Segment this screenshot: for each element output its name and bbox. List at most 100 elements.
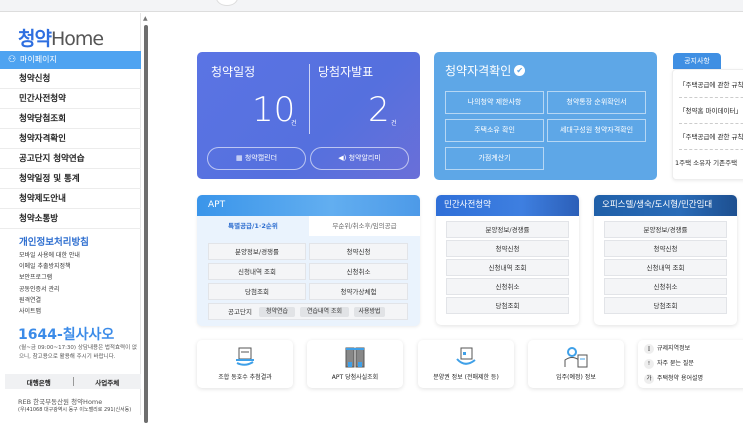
builder-link[interactable]: 사업주체 bbox=[74, 377, 142, 387]
menu-item[interactable]: 청약일정 및 통계 bbox=[0, 169, 141, 189]
check-icon: ✔ bbox=[514, 65, 526, 76]
apt-button[interactable]: 청약신청 bbox=[309, 243, 408, 260]
footer-link[interactable]: 사이트맵 bbox=[19, 306, 80, 317]
private-title: 민간사전청약 bbox=[436, 195, 579, 216]
quick-link[interactable]: ▯ 규제지역정보 bbox=[644, 343, 690, 355]
bank-link[interactable]: 대행은행 bbox=[5, 377, 73, 387]
phone-number: 1644-칠사사오 bbox=[18, 327, 115, 343]
apt-button[interactable]: 청약가상체험 bbox=[309, 283, 408, 300]
menu-item[interactable]: 청약제도안내 bbox=[0, 189, 141, 209]
footer-link[interactable]: 모바일 사용에 대한 안내 bbox=[19, 250, 80, 261]
menu-item[interactable]: 공고단지 청약연습 bbox=[0, 149, 141, 169]
quick-link[interactable]: ! 자주 묻는 질문 bbox=[644, 358, 694, 370]
building-icon bbox=[345, 347, 365, 368]
quick-links-card: ▯ 규제지역정보 ! 자주 묻는 질문 가 주택청약 용어설명 bbox=[638, 340, 743, 388]
exclamation-icon: ! bbox=[644, 359, 654, 369]
document-hand-icon bbox=[236, 347, 254, 366]
officetel-button[interactable]: 분양정보/경쟁률 bbox=[604, 221, 727, 238]
notice-item[interactable]: 1주택 소유자 기존주택 bbox=[675, 150, 743, 176]
scroll-thumb[interactable] bbox=[144, 25, 148, 423]
practice-chip[interactable]: 사용방법 bbox=[354, 307, 385, 317]
address: (우)41068 대구광역시 동구 이노밸리로 291(신서동) bbox=[18, 407, 132, 413]
notice-panel: 「주택공급에 관한 규칙」 「청약홈 마이데이터」 「주택공급에 관한 규칙」 … bbox=[672, 69, 743, 180]
private-button[interactable]: 청약신청 bbox=[446, 240, 569, 257]
mypage-button[interactable]: ⚇ 마이페이지 bbox=[0, 51, 141, 69]
footer-links: 모바일 사용에 대한 안내 이메일 추출방지정책 보안프로그램 공동인증서 관리… bbox=[19, 250, 80, 317]
practice-row: 공고단지 청약연습 연습내역 조회 사용방법 bbox=[208, 303, 408, 320]
notice-item[interactable]: 「주택공급에 관한 규칙」 bbox=[679, 124, 743, 150]
schedule-title: 청약일정 bbox=[211, 65, 256, 79]
qualify-button[interactable]: 가점계산기 bbox=[445, 147, 544, 170]
footer-link[interactable]: 보안프로그램 bbox=[19, 272, 80, 283]
move-in-info-card[interactable]: 입주(예정) 정보 bbox=[528, 340, 624, 388]
winner-title: 당첨자발표 bbox=[318, 65, 374, 79]
qualify-card: 청약자격확인 ✔ 나의청약 제한사항 청약통장 순위확인서 주택소유 확인 세대구… bbox=[434, 52, 657, 180]
practice-chip[interactable]: 청약연습 bbox=[259, 307, 295, 317]
menu-item[interactable]: 청약당첨조회 bbox=[0, 109, 141, 129]
apt-winner-check-card[interactable]: APT 당첨사실조회 bbox=[307, 340, 403, 388]
schedule-card: 청약일정 당첨자발표 10 건 2 건 ▦ 청약캘린더 ◀) 청약알리미 bbox=[197, 52, 420, 179]
menu-item[interactable]: 청약자격확인 bbox=[0, 129, 141, 149]
private-button[interactable]: 분양정보/경쟁률 bbox=[446, 221, 569, 238]
menu-item[interactable]: 청약소통방 bbox=[0, 209, 141, 229]
qualify-title: 청약자격확인 ✔ bbox=[445, 62, 526, 79]
notice-item[interactable]: 「청약홈 마이데이터」 bbox=[679, 98, 743, 124]
divider bbox=[309, 64, 310, 134]
officetel-title: 오피스텔/생숙/도시형/민간임대 bbox=[594, 195, 737, 216]
apt-button[interactable]: 신청취소 bbox=[309, 263, 408, 280]
private-button[interactable]: 신청취소 bbox=[446, 278, 569, 295]
logo[interactable]: 청약Home bbox=[18, 24, 104, 51]
house-hand-icon bbox=[456, 347, 476, 365]
footer-logo: REB 한국부동산원 청약Home bbox=[18, 398, 103, 406]
officetel-button[interactable]: 신청취소 bbox=[604, 278, 727, 295]
footer-link[interactable]: 공동인증서 관리 bbox=[19, 284, 80, 295]
speaker-icon: ◀) bbox=[338, 154, 349, 162]
footer-link[interactable]: 이메일 추출방지정책 bbox=[19, 261, 80, 272]
practice-chip[interactable]: 연습내역 조회 bbox=[300, 307, 349, 317]
apt-button[interactable]: 당첨조회 bbox=[208, 283, 306, 300]
schedule-count[interactable]: 10 bbox=[252, 90, 295, 130]
notice-tab[interactable]: 공지사항 bbox=[673, 53, 721, 69]
menu-item[interactable]: 민간사전청약 bbox=[0, 89, 141, 109]
private-button[interactable]: 신청내역 조회 bbox=[446, 259, 569, 276]
private-presale-card: 민간사전청약 분양정보/경쟁률 청약신청 신청내역 조회 신청취소 당첨조회 bbox=[436, 195, 579, 325]
apt-card: APT 특별공급/1·2순위 무순위/취소후/임의공급 분양정보/경쟁률 청약신… bbox=[197, 195, 420, 326]
tab-special-supply[interactable]: 특별공급/1·2순위 bbox=[197, 216, 309, 236]
officetel-button[interactable]: 당첨조회 bbox=[604, 297, 727, 314]
apt-button[interactable]: 분양정보/경쟁률 bbox=[208, 243, 306, 260]
private-button[interactable]: 당첨조회 bbox=[446, 297, 569, 314]
practice-label: 공고단지 bbox=[228, 308, 252, 316]
glossary-icon: 가 bbox=[644, 374, 654, 384]
quick-link[interactable]: 가 주택청약 용어설명 bbox=[644, 373, 703, 385]
menu-item[interactable]: 청약신청 bbox=[0, 69, 141, 89]
alarm-button[interactable]: ◀) 청약알리미 bbox=[310, 147, 409, 170]
person-document-icon bbox=[564, 347, 588, 368]
apt-title: APT bbox=[197, 195, 420, 216]
scroll-up-icon[interactable]: ▲ bbox=[143, 15, 148, 22]
officetel-button[interactable]: 청약신청 bbox=[604, 240, 727, 257]
calendar-icon: ▦ bbox=[235, 154, 245, 162]
presale-rights-card[interactable]: 분양권 정보 (전매제한 등) bbox=[418, 340, 514, 388]
qualify-button[interactable]: 주택소유 확인 bbox=[445, 119, 544, 142]
qualify-button[interactable]: 청약통장 순위확인서 bbox=[547, 91, 646, 114]
winner-count[interactable]: 2 bbox=[368, 90, 390, 130]
apt-button[interactable]: 신청내역 조회 bbox=[208, 263, 306, 280]
phone-note: (월~금 09:00~17:30) 상담내용은 법적효력이 없으니, 참고용으로… bbox=[19, 345, 137, 360]
map-icon: ▯ bbox=[644, 344, 654, 354]
bank-builder-bar: 대행은행 사업주체 bbox=[5, 374, 141, 389]
officetel-button[interactable]: 신청내역 조회 bbox=[604, 259, 727, 276]
tab-unranked-supply[interactable]: 무순위/취소후/임의공급 bbox=[309, 216, 420, 236]
winner-unit: 건 bbox=[391, 120, 397, 127]
union-lottery-card[interactable]: 조합 동호수 추첨결과 bbox=[197, 340, 293, 388]
privacy-policy-link[interactable]: 개인정보처리방침 bbox=[19, 234, 89, 248]
qualify-button[interactable]: 나의청약 제한사항 bbox=[445, 91, 544, 114]
qualify-button[interactable]: 세대구성원 청약자격확인 bbox=[547, 119, 646, 142]
schedule-unit: 건 bbox=[291, 120, 297, 127]
notice-item[interactable]: 「주택공급에 관한 규칙」 bbox=[679, 72, 743, 98]
footer-link[interactable]: 원격연결 bbox=[19, 295, 80, 306]
calendar-button[interactable]: ▦ 청약캘린더 bbox=[207, 147, 306, 170]
sidebar-scrollbar[interactable]: ▲ bbox=[142, 13, 150, 423]
officetel-card: 오피스텔/생숙/도시형/민간임대 분양정보/경쟁률 청약신청 신청내역 조회 신… bbox=[594, 195, 737, 325]
user-icon: ⚇ bbox=[8, 55, 17, 65]
sidebar-menu: 청약신청 민간사전청약 청약당첨조회 청약자격확인 공고단지 청약연습 청약일정… bbox=[0, 69, 141, 229]
